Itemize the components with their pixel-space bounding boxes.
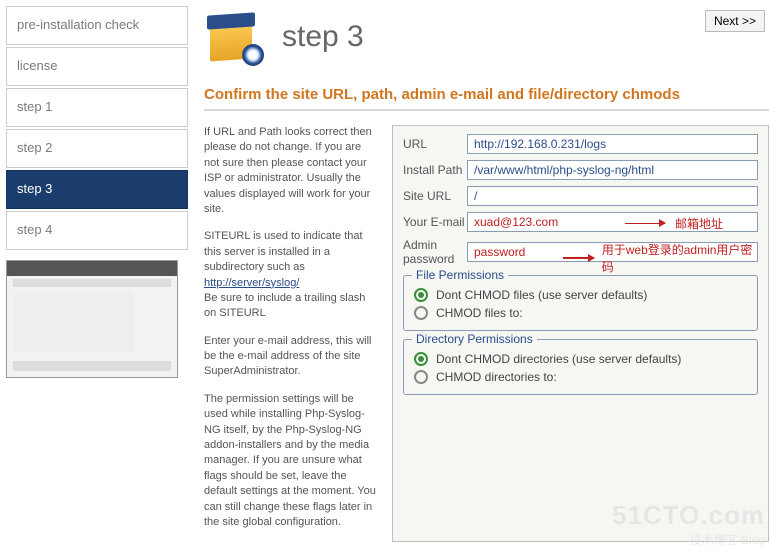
nav-license[interactable]: license	[6, 47, 188, 86]
instructions-p3: Enter your e-mail address, this will be …	[204, 334, 376, 380]
example-url-link[interactable]: http://server/syslog/	[204, 277, 299, 289]
email-label: Your E-mail	[403, 215, 467, 229]
url-input[interactable]	[467, 134, 758, 154]
box-icon	[204, 6, 266, 68]
file-perm-opt-default[interactable]: Dont CHMOD files (use server defaults)	[414, 288, 747, 302]
radio-selected-icon	[414, 352, 428, 366]
preview-thumbnail	[6, 260, 178, 378]
dir-perm-opt-chmod[interactable]: CHMOD directories to:	[414, 370, 747, 384]
section-heading: Confirm the site URL, path, admin e-mail…	[204, 86, 769, 111]
site-url-label: Site URL	[403, 189, 467, 203]
site-url-input[interactable]	[467, 186, 758, 206]
directory-permissions-title: Directory Permissions	[412, 332, 537, 346]
nav-step-2[interactable]: step 2	[6, 129, 188, 168]
nav-step-1[interactable]: step 1	[6, 88, 188, 127]
nav-step-4[interactable]: step 4	[6, 211, 188, 250]
nav-step-3[interactable]: step 3	[6, 170, 188, 209]
instructions-p2: SITEURL is used to indicate that this se…	[204, 229, 376, 321]
directory-permissions-box: Directory Permissions Dont CHMOD directo…	[403, 339, 758, 395]
instructions: If URL and Path looks correct then pleas…	[204, 125, 376, 542]
file-permissions-title: File Permissions	[412, 268, 508, 282]
form-panel: URL Install Path Site URL Your E-mail	[392, 125, 769, 542]
instructions-p1: If URL and Path looks correct then pleas…	[204, 125, 376, 217]
nav-pre-install[interactable]: pre-installation check	[6, 6, 188, 45]
file-perm-opt-chmod[interactable]: CHMOD files to:	[414, 306, 747, 320]
page-header: step 3	[204, 6, 769, 68]
password-label: Admin password	[403, 238, 467, 267]
next-button[interactable]: Next >>	[705, 10, 765, 32]
url-label: URL	[403, 137, 467, 151]
install-path-input[interactable]	[467, 160, 758, 180]
page-title: step 3	[282, 20, 364, 54]
dir-perm-opt-default[interactable]: Dont CHMOD directories (use server defau…	[414, 352, 747, 366]
radio-selected-icon	[414, 288, 428, 302]
file-permissions-box: File Permissions Dont CHMOD files (use s…	[403, 275, 758, 331]
instructions-p4: The permission settings will be used whi…	[204, 392, 376, 531]
radio-unselected-icon	[414, 306, 428, 320]
install-path-label: Install Path	[403, 163, 467, 177]
sidebar: pre-installation check license step 1 st…	[6, 6, 188, 542]
password-input[interactable]	[467, 242, 758, 262]
email-input[interactable]	[467, 212, 758, 232]
radio-unselected-icon	[414, 370, 428, 384]
